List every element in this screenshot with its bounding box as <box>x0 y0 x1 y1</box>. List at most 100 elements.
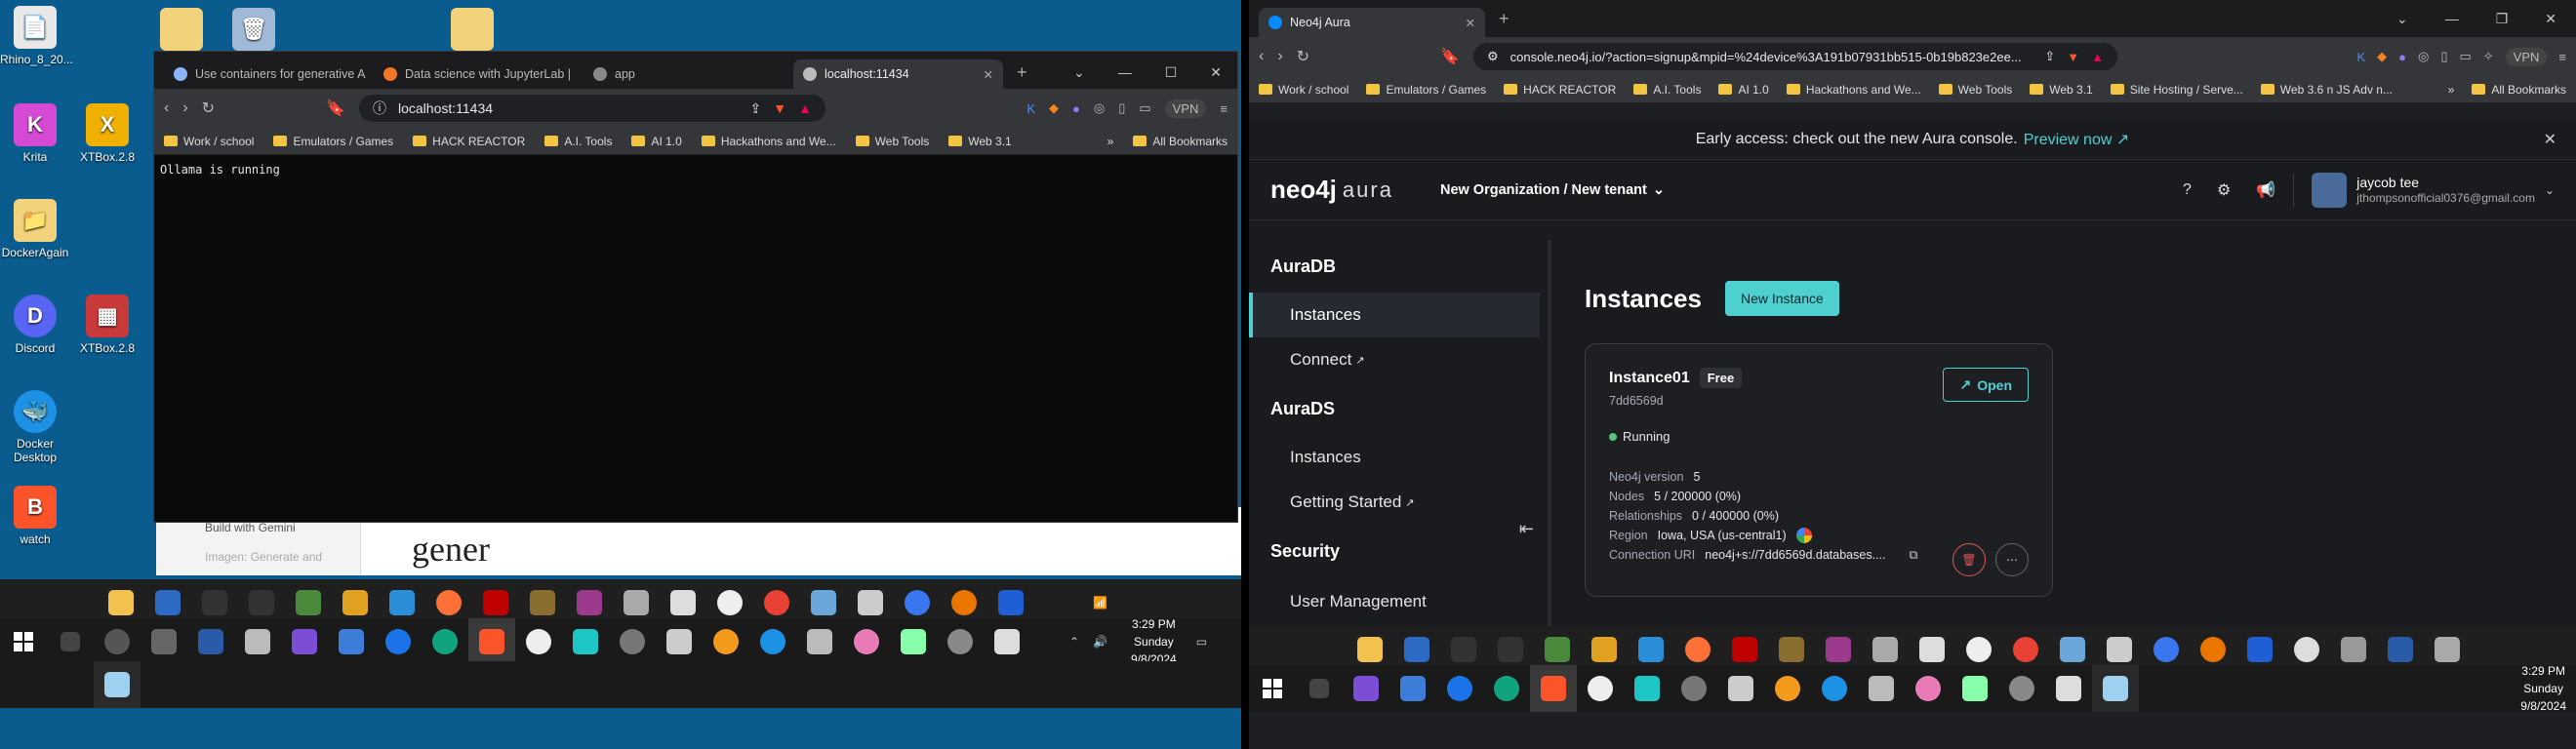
taskbar-app-14[interactable] <box>703 618 749 665</box>
bookmark-folder[interactable]: Web 3.6 n JS Adv n... <box>2260 83 2393 97</box>
tab-1[interactable]: Use containers for generative A <box>164 59 374 89</box>
taskbar-app-13[interactable] <box>656 618 703 665</box>
minimize-icon[interactable]: — <box>1118 64 1132 81</box>
more-bookmarks-icon[interactable]: » <box>1107 135 1114 148</box>
more-options-button[interactable]: ⋯ <box>1995 543 2029 576</box>
bookmark-folder[interactable]: Work / school <box>164 135 254 148</box>
desktop-icon-watch[interactable]: B watch <box>0 486 70 546</box>
minimize-icon[interactable]: — <box>2445 11 2459 27</box>
taskbar-app-4[interactable] <box>1483 665 1530 712</box>
bookmark-icon[interactable]: 🔖 <box>1440 47 1460 66</box>
taskbar-app-12[interactable] <box>609 618 656 665</box>
bookmark-folder[interactable]: Web Tools <box>1938 83 2012 97</box>
taskbar-app-brave[interactable] <box>468 618 515 665</box>
taskbar-app-6[interactable] <box>1577 665 1624 712</box>
wallet-icon[interactable]: ▭ <box>1139 100 1150 116</box>
forward-icon[interactable]: › <box>1277 48 1282 65</box>
address-bar[interactable]: ⓘ localhost:11434 ⇪ ▼ ▲ <box>358 95 825 122</box>
taskbar-app-20[interactable] <box>984 618 1030 665</box>
extension-icon[interactable]: K <box>2356 50 2365 64</box>
org-selector[interactable]: New Organization / New tenant ⌄ <box>1440 182 1665 198</box>
clock[interactable]: 3:29 PM Sunday 9/8/2024 <box>1131 615 1177 668</box>
taskbar-settings[interactable] <box>937 618 984 665</box>
bookmark-folder[interactable]: A.I. Tools <box>1633 83 1701 97</box>
taskbar-app-16[interactable] <box>2045 665 2092 712</box>
sidebar-item-user-management[interactable]: User Management <box>1249 579 1548 624</box>
desktop-icon-docker[interactable]: 🐳 Docker Desktop <box>0 390 70 464</box>
taskbar-app-10[interactable] <box>1764 665 1811 712</box>
desktop-icon-krita[interactable]: K Krita <box>0 103 70 164</box>
reload-icon[interactable]: ↻ <box>1297 47 1309 66</box>
restore-icon[interactable]: ❐ <box>2496 11 2509 27</box>
bookmark-folder[interactable]: Web 3.1 <box>948 135 1012 148</box>
reload-icon[interactable]: ↻ <box>202 99 215 118</box>
taskbar-app-16[interactable] <box>796 618 843 665</box>
bookmark-folder[interactable]: Web 3.1 <box>2030 83 2093 97</box>
tab-4[interactable]: localhost:11434 ✕ <box>793 59 1003 89</box>
delete-button[interactable]: 🗑 <box>1952 543 1986 576</box>
desktop-icon-recycle-bin[interactable]: 🗑 <box>219 8 289 55</box>
taskbar-app-8[interactable] <box>422 618 468 665</box>
address-bar[interactable]: ⚙ console.neo4j.io/?action=signup&mpid=%… <box>1472 43 2117 70</box>
extension-icon[interactable]: ● <box>2398 50 2406 64</box>
share-icon[interactable]: ⇪ <box>2044 49 2055 64</box>
all-bookmarks[interactable]: All Bookmarks <box>2472 83 2566 97</box>
sidebar-icon[interactable]: ▯ <box>1118 100 1125 116</box>
taskbar-app-4[interactable] <box>234 618 281 665</box>
extension-icon[interactable]: ✧ <box>2483 49 2494 64</box>
taskbar-settings[interactable] <box>1998 665 2045 712</box>
share-icon[interactable]: ⇪ <box>750 100 762 117</box>
extension-icon[interactable]: ◎ <box>2418 49 2429 64</box>
taskbar-app-2[interactable] <box>141 618 187 665</box>
bookmark-folder[interactable]: Work / school <box>1259 83 1348 97</box>
sidebar-icon[interactable]: ▯ <box>2440 49 2447 64</box>
help-icon[interactable]: ? <box>2183 181 2192 199</box>
taskbar-app-6[interactable] <box>328 618 375 665</box>
bookmark-folder[interactable]: Emulators / Games <box>273 135 393 148</box>
taskbar-app-12[interactable] <box>1858 665 1905 712</box>
metamask-icon[interactable]: ◆ <box>1049 100 1059 116</box>
taskbar-app-13[interactable] <box>1905 665 1952 712</box>
brave-shield-icon[interactable]: ▼ <box>2067 50 2079 64</box>
taskbar-app-11[interactable] <box>562 618 609 665</box>
copy-icon[interactable]: ⧉ <box>1909 548 1917 563</box>
taskbar-app-7[interactable] <box>375 618 422 665</box>
taskbar-app-1[interactable] <box>94 618 141 665</box>
taskbar-app-18[interactable] <box>890 618 937 665</box>
start-button[interactable] <box>1249 665 1296 712</box>
collapse-sidebar-icon[interactable]: ⇤ <box>1519 519 1534 539</box>
tab-neo4j[interactable]: Neo4j Aura ✕ <box>1259 8 1485 37</box>
back-icon[interactable]: ‹ <box>164 99 169 117</box>
network-icon[interactable]: 📶 <box>1093 596 1107 610</box>
user-menu[interactable]: jaycob tee jthompsonofficial0376@gmail.c… <box>2312 172 2555 208</box>
taskbar-app-7[interactable] <box>1624 665 1670 712</box>
bookmark-icon[interactable]: 🔖 <box>326 99 345 118</box>
new-tab-icon[interactable]: + <box>1003 62 1041 89</box>
taskbar-app-8[interactable] <box>1670 665 1717 712</box>
rewards-icon[interactable]: ▲ <box>2091 50 2104 64</box>
tab-search-icon[interactable]: ⌄ <box>2396 11 2408 27</box>
tray-expand-icon[interactable]: ⌃ <box>1069 635 1079 649</box>
taskbar-app-notepad[interactable] <box>94 661 141 708</box>
taskbar-app-brave[interactable] <box>1530 665 1577 712</box>
announcement-icon[interactable]: 📢 <box>2256 180 2275 200</box>
taskbar-app-3[interactable] <box>187 618 234 665</box>
all-bookmarks[interactable]: All Bookmarks <box>1133 135 1228 148</box>
tab-2[interactable]: Data science with JupyterLab | <box>374 59 584 89</box>
desktop-icon-dockeragain[interactable]: 📁 DockerAgain <box>0 199 70 259</box>
preview-now-link[interactable]: Preview now ↗ <box>2024 130 2130 149</box>
taskbar-app-17[interactable] <box>843 618 890 665</box>
volume-icon[interactable]: 🔊 <box>1093 635 1107 649</box>
taskbar-app-5[interactable] <box>281 618 328 665</box>
taskbar-app-1[interactable] <box>1343 665 1389 712</box>
taskbar-app-2[interactable] <box>1389 665 1436 712</box>
open-button[interactable]: ↗ Open <box>1943 368 2029 402</box>
menu-icon[interactable]: ≡ <box>2558 50 2566 64</box>
bookmark-folder[interactable]: Site Hosting / Serve... <box>2110 83 2243 97</box>
extension-icon[interactable]: K <box>1026 101 1035 116</box>
clock[interactable]: 3:29 PM Sunday 9/8/2024 <box>2520 662 2566 715</box>
new-tab-icon[interactable]: + <box>1485 9 1523 29</box>
bookmark-folder[interactable]: A.I. Tools <box>544 135 612 148</box>
sidebar-item-getting-started[interactable]: Getting Started ↗ <box>1249 480 1548 525</box>
sidebar-item-connect[interactable]: Connect ↗ <box>1249 337 1548 382</box>
